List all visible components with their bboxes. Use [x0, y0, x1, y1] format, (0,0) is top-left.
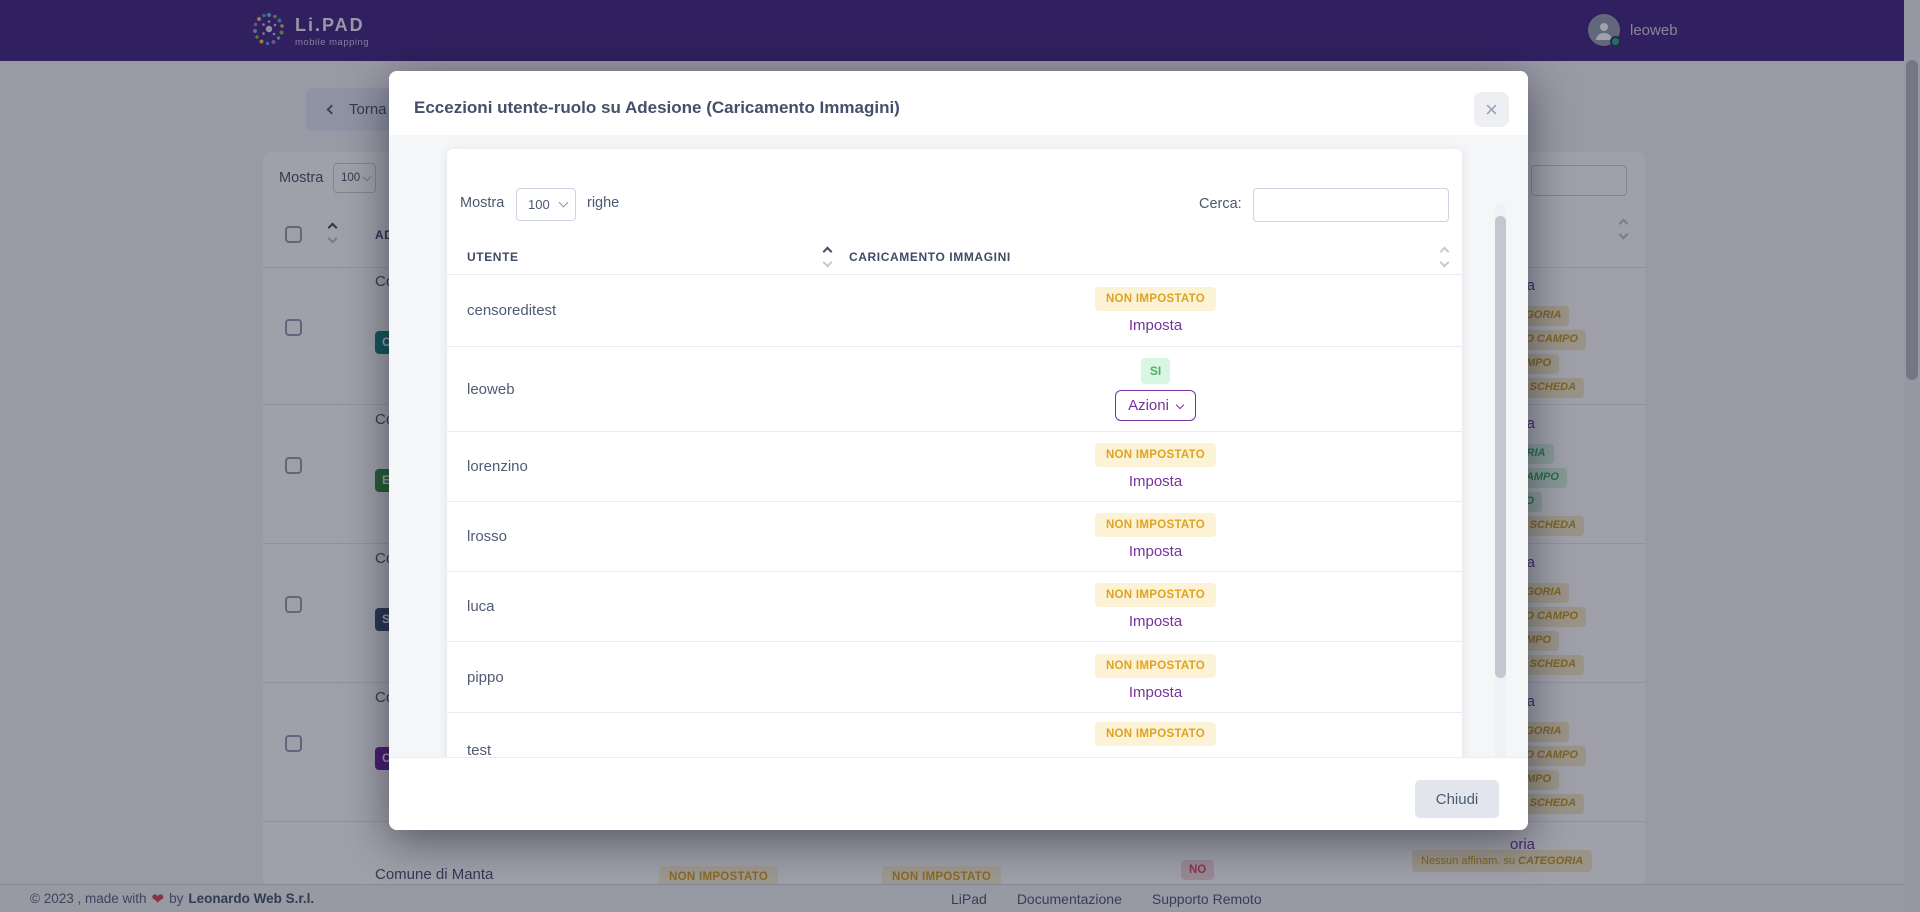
table-row: luca NON IMPOSTATO Imposta: [447, 572, 1462, 642]
modal-scrollbar[interactable]: [1495, 204, 1506, 757]
status-badge: NON IMPOSTATO: [1095, 654, 1216, 678]
modal-search-input[interactable]: [1253, 188, 1449, 222]
modal-dialog: Eccezioni utente-ruolo su Adesione (Cari…: [389, 71, 1528, 830]
modal-scrollbar-thumb[interactable]: [1495, 216, 1506, 678]
rows-per-page-value: 100: [528, 197, 550, 212]
status-badge: NON IMPOSTATO: [1095, 513, 1216, 537]
modal-footer: Chiudi: [389, 757, 1528, 830]
imposta-link[interactable]: Imposta: [1129, 684, 1182, 701]
imposta-link[interactable]: Imposta: [1129, 613, 1182, 630]
chiudi-button[interactable]: Chiudi: [1415, 780, 1499, 818]
mostra-label: Mostra: [460, 195, 504, 211]
close-icon: ×: [1485, 99, 1498, 121]
modal-close-button[interactable]: ×: [1474, 92, 1509, 127]
imposta-link[interactable]: Imposta: [1129, 473, 1182, 490]
username-cell: censoreditest: [447, 302, 849, 319]
exceptions-card: Mostra 100 righe Cerca: UTENTE CARICAMEN…: [447, 149, 1462, 757]
modal-title: Eccezioni utente-ruolo su Adesione (Cari…: [414, 98, 900, 118]
username-cell: test: [447, 713, 849, 757]
sort-icons-caricamento[interactable]: [1441, 248, 1448, 266]
username-cell: lorenzino: [447, 458, 849, 475]
exceptions-table: censoreditest NON IMPOSTATO Imposta leow…: [447, 275, 1462, 757]
imposta-link[interactable]: Imposta: [1129, 317, 1182, 334]
status-badge: NON IMPOSTATO: [1095, 722, 1216, 746]
column-header-caricamento-immagini: CARICAMENTO IMMAGINI: [849, 250, 1011, 264]
azioni-button[interactable]: Azioni: [1115, 390, 1196, 421]
rows-per-page-select[interactable]: 100: [516, 188, 576, 221]
search-label: Cerca:: [1199, 196, 1242, 212]
chevron-down-icon: [1176, 401, 1184, 409]
status-badge: NON IMPOSTATO: [1095, 583, 1216, 607]
table-row: leoweb SI Azioni: [447, 347, 1462, 432]
table-row: lorenzino NON IMPOSTATO Imposta: [447, 432, 1462, 502]
imposta-link[interactable]: Imposta: [1129, 543, 1182, 560]
username-cell: pippo: [447, 669, 849, 686]
righe-label: righe: [587, 195, 619, 211]
modal-header: Eccezioni utente-ruolo su Adesione (Cari…: [389, 71, 1528, 135]
status-badge: NON IMPOSTATO: [1095, 443, 1216, 467]
username-cell: luca: [447, 598, 849, 615]
sort-icons-utente[interactable]: [824, 248, 831, 266]
username-cell: leoweb: [447, 381, 849, 398]
status-badge: NON IMPOSTATO: [1095, 287, 1216, 311]
username-cell: lrosso: [447, 528, 849, 545]
chevron-down-icon: [559, 198, 569, 208]
table-row: censoreditest NON IMPOSTATO Imposta: [447, 275, 1462, 347]
column-header-utente: UTENTE: [467, 250, 519, 264]
table-row: lrosso NON IMPOSTATO Imposta: [447, 502, 1462, 572]
status-badge: SI: [1141, 358, 1170, 384]
table-header-row: UTENTE CARICAMENTO IMMAGINI: [447, 240, 1462, 275]
table-row: pippo NON IMPOSTATO Imposta: [447, 642, 1462, 713]
modal-body: Mostra 100 righe Cerca: UTENTE CARICAMEN…: [389, 135, 1528, 757]
table-row: test NON IMPOSTATO: [447, 713, 1462, 757]
